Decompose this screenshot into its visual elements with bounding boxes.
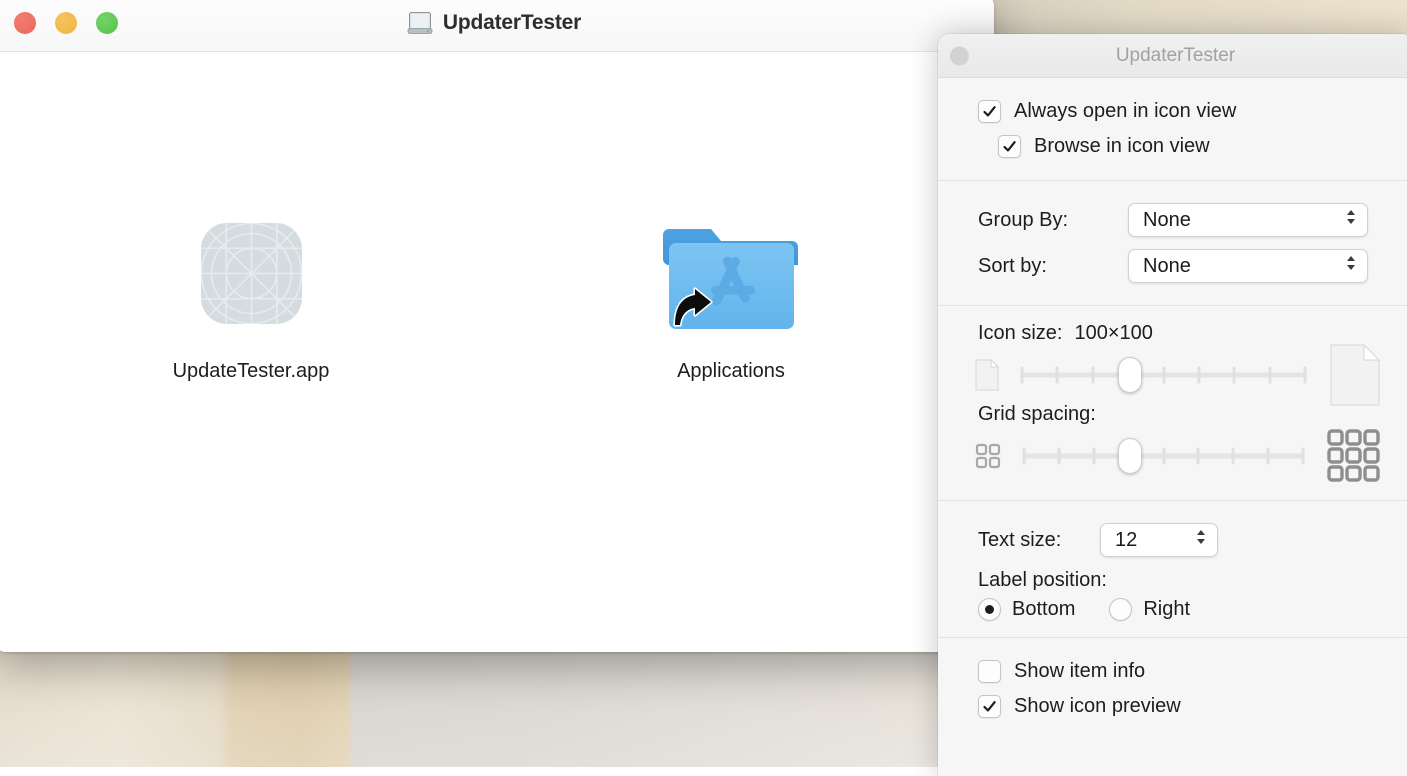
icon-size-slider-thumb[interactable]: [1118, 357, 1142, 393]
display-options-section: Show item info Show icon preview: [938, 638, 1407, 740]
group-by-row: Group By: None: [938, 197, 1407, 243]
applications-folder-alias-icon[interactable]: [659, 201, 804, 346]
radio-icon[interactable]: [978, 598, 1001, 621]
group-by-label: Group By:: [978, 209, 1128, 232]
checkbox-always-open-icon-view[interactable]: Always open in icon view: [938, 94, 1407, 129]
checkbox-label: Show item info: [1014, 660, 1145, 683]
small-document-icon: [974, 359, 1000, 391]
checkbox-show-item-info[interactable]: Show item info: [938, 654, 1407, 689]
radio-bottom[interactable]: Bottom: [978, 598, 1075, 621]
grid-large-icon: [1325, 427, 1383, 485]
finder-title-area: UpdaterTester: [0, 11, 994, 35]
file-item-applications[interactable]: Applications: [631, 201, 831, 383]
minimize-button[interactable]: [55, 12, 77, 34]
icon-size-header: Icon size: 100×100: [938, 322, 1407, 345]
checkbox-show-icon-preview[interactable]: Show icon preview: [938, 689, 1407, 724]
grid-spacing-slider-row[interactable]: [938, 428, 1407, 484]
window-title: UpdaterTester: [443, 11, 581, 35]
text-size-row: Text size: 12: [938, 517, 1407, 563]
checkbox-label: Always open in icon view: [1014, 100, 1236, 123]
radio-icon[interactable]: [1109, 598, 1132, 621]
group-by-value: None: [1143, 209, 1191, 232]
checkbox-icon[interactable]: [978, 660, 1001, 683]
file-label: UpdateTester.app: [173, 360, 330, 383]
view-options-section: Always open in icon view Browse in icon …: [938, 78, 1407, 181]
sort-by-value: None: [1143, 255, 1191, 278]
finder-titlebar[interactable]: UpdaterTester: [0, 0, 994, 52]
text-size-select[interactable]: 12: [1100, 523, 1218, 557]
external-drive-icon: [407, 11, 433, 35]
group-by-select[interactable]: None: [1128, 203, 1368, 237]
checkbox-icon[interactable]: [978, 100, 1001, 123]
checkbox-icon[interactable]: [998, 135, 1021, 158]
checkbox-icon[interactable]: [978, 695, 1001, 718]
view-options-panel[interactable]: UpdaterTester Always open in icon view B…: [938, 34, 1407, 776]
sizing-section: Icon size: 100×100: [938, 306, 1407, 501]
icon-size-label: Icon size:: [978, 322, 1062, 345]
radio-right[interactable]: Right: [1109, 598, 1190, 621]
sort-by-row: Sort by: None: [938, 243, 1407, 289]
radio-label: Bottom: [1012, 598, 1075, 621]
grid-spacing-slider[interactable]: [1024, 442, 1303, 470]
radio-label: Right: [1143, 598, 1190, 621]
chevron-updown-icon: [1345, 207, 1357, 233]
text-size-label: Text size:: [978, 529, 1100, 552]
grid-spacing-slider-thumb[interactable]: [1118, 438, 1142, 474]
generic-app-icon[interactable]: [179, 201, 324, 346]
text-size-value: 12: [1115, 529, 1137, 552]
grouping-section: Group By: None Sort by: None: [938, 181, 1407, 306]
window-controls[interactable]: [14, 12, 118, 34]
checkbox-label: Show icon preview: [1014, 695, 1181, 718]
finder-window[interactable]: UpdaterTester: [0, 0, 994, 652]
sort-by-select[interactable]: None: [1128, 249, 1368, 283]
file-item-app[interactable]: UpdateTester.app: [151, 201, 351, 383]
close-button[interactable]: [14, 12, 36, 34]
chevron-updown-icon: [1345, 253, 1357, 279]
label-position-row: Label position:: [938, 563, 1407, 598]
maximize-button[interactable]: [96, 12, 118, 34]
label-position-radio-group[interactable]: Bottom Right: [938, 598, 1407, 621]
sort-by-label: Sort by:: [978, 255, 1128, 278]
checkbox-label: Browse in icon view: [1034, 135, 1210, 158]
file-label: Applications: [677, 360, 785, 383]
icon-size-value: 100×100: [1074, 322, 1152, 345]
chevron-updown-icon: [1195, 527, 1207, 553]
inspector-titlebar[interactable]: UpdaterTester: [938, 34, 1407, 78]
checkbox-browse-icon-view[interactable]: Browse in icon view: [938, 129, 1407, 164]
finder-icon-grid[interactable]: UpdateTester.app: [0, 52, 994, 652]
icon-size-slider[interactable]: [1022, 361, 1305, 389]
grid-spacing-label: Grid spacing:: [978, 403, 1096, 426]
label-section: Text size: 12 Label position: Bottom: [938, 501, 1407, 638]
inspector-title: UpdaterTester: [938, 45, 1407, 67]
label-position-label: Label position:: [978, 569, 1107, 592]
grid-small-icon: [974, 442, 1002, 470]
large-document-icon: [1327, 343, 1383, 407]
icon-size-slider-row[interactable]: [938, 347, 1407, 403]
